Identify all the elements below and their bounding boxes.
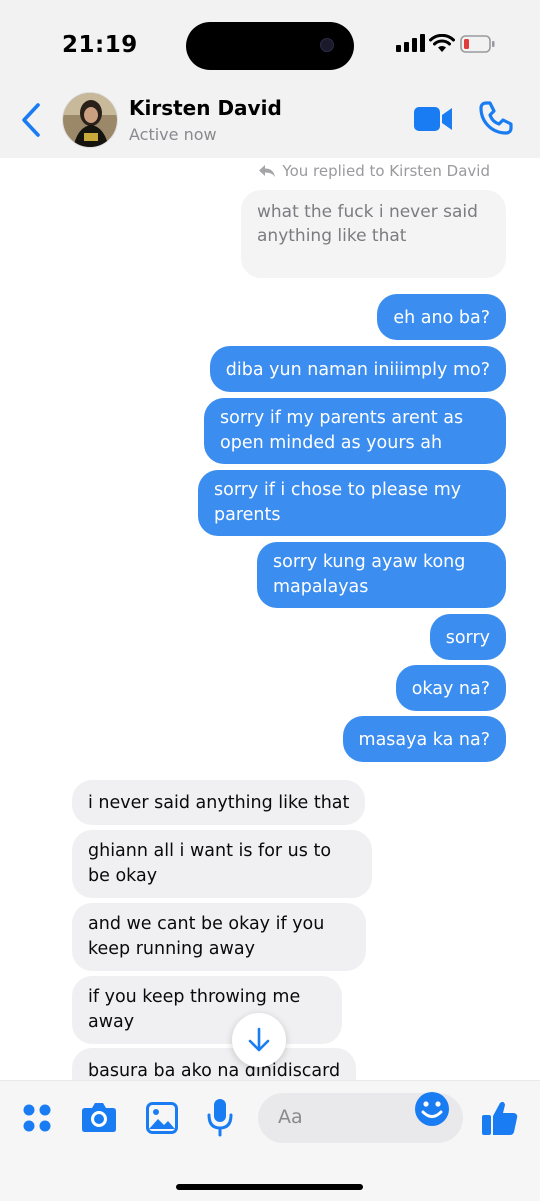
arrow-down-icon bbox=[248, 1027, 270, 1052]
signal-icon bbox=[396, 34, 425, 52]
emoji-icon[interactable] bbox=[412, 1089, 452, 1129]
incoming-message[interactable]: if you keep throwing me away bbox=[72, 976, 342, 1044]
reply-arrow-icon bbox=[259, 165, 276, 177]
scroll-to-bottom-button[interactable] bbox=[232, 1013, 286, 1067]
phone-call-icon[interactable] bbox=[478, 100, 514, 136]
video-call-icon[interactable] bbox=[413, 105, 453, 133]
camera-dot bbox=[320, 38, 334, 52]
microphone-icon[interactable] bbox=[206, 1098, 234, 1138]
status-time: 21:19 bbox=[62, 32, 138, 58]
chat-header: Kirsten David Active now bbox=[0, 92, 540, 158]
message-input-placeholder: Aa bbox=[278, 1106, 303, 1128]
incoming-message[interactable]: and we cant be okay if you keep running … bbox=[72, 903, 366, 971]
avatar[interactable] bbox=[62, 92, 118, 148]
outgoing-message[interactable]: sorry if i chose to please my parents bbox=[198, 470, 506, 536]
menu-dots-icon[interactable] bbox=[22, 1103, 52, 1133]
incoming-message[interactable]: ghiann all i want is for us to be okay bbox=[72, 830, 372, 898]
outgoing-message[interactable]: okay na? bbox=[395, 665, 506, 711]
status-bar: 21:19 bbox=[0, 0, 540, 92]
outgoing-message[interactable]: sorry if my parents arent as open minded… bbox=[204, 398, 506, 464]
active-status: Active now bbox=[129, 125, 217, 144]
outgoing-message[interactable]: eh ano ba? bbox=[377, 294, 506, 340]
quoted-message[interactable]: what the fuck i never said anything like… bbox=[241, 190, 506, 278]
reply-note: You replied to Kirsten David bbox=[258, 162, 490, 180]
outgoing-message[interactable]: masaya ka na? bbox=[342, 716, 506, 762]
outgoing-message[interactable]: sorry bbox=[429, 614, 506, 660]
camera-icon[interactable] bbox=[81, 1101, 117, 1133]
gallery-icon[interactable] bbox=[146, 1102, 178, 1134]
reply-note-text: You replied to Kirsten David bbox=[282, 162, 490, 180]
composer-bar: Aa bbox=[0, 1080, 540, 1201]
contact-name[interactable]: Kirsten David bbox=[129, 96, 282, 120]
dynamic-island bbox=[186, 22, 354, 70]
outgoing-message[interactable]: diba yun naman iniiimply mo? bbox=[209, 346, 506, 392]
outgoing-message[interactable]: sorry kung ayaw kong mapalayas bbox=[257, 542, 506, 608]
wifi-icon bbox=[429, 34, 455, 52]
home-indicator bbox=[176, 1184, 363, 1190]
incoming-message[interactable]: i never said anything like that bbox=[72, 780, 366, 825]
battery-icon bbox=[460, 35, 495, 53]
thumbs-up-icon[interactable] bbox=[480, 1099, 520, 1137]
back-chevron-icon[interactable] bbox=[18, 102, 44, 138]
